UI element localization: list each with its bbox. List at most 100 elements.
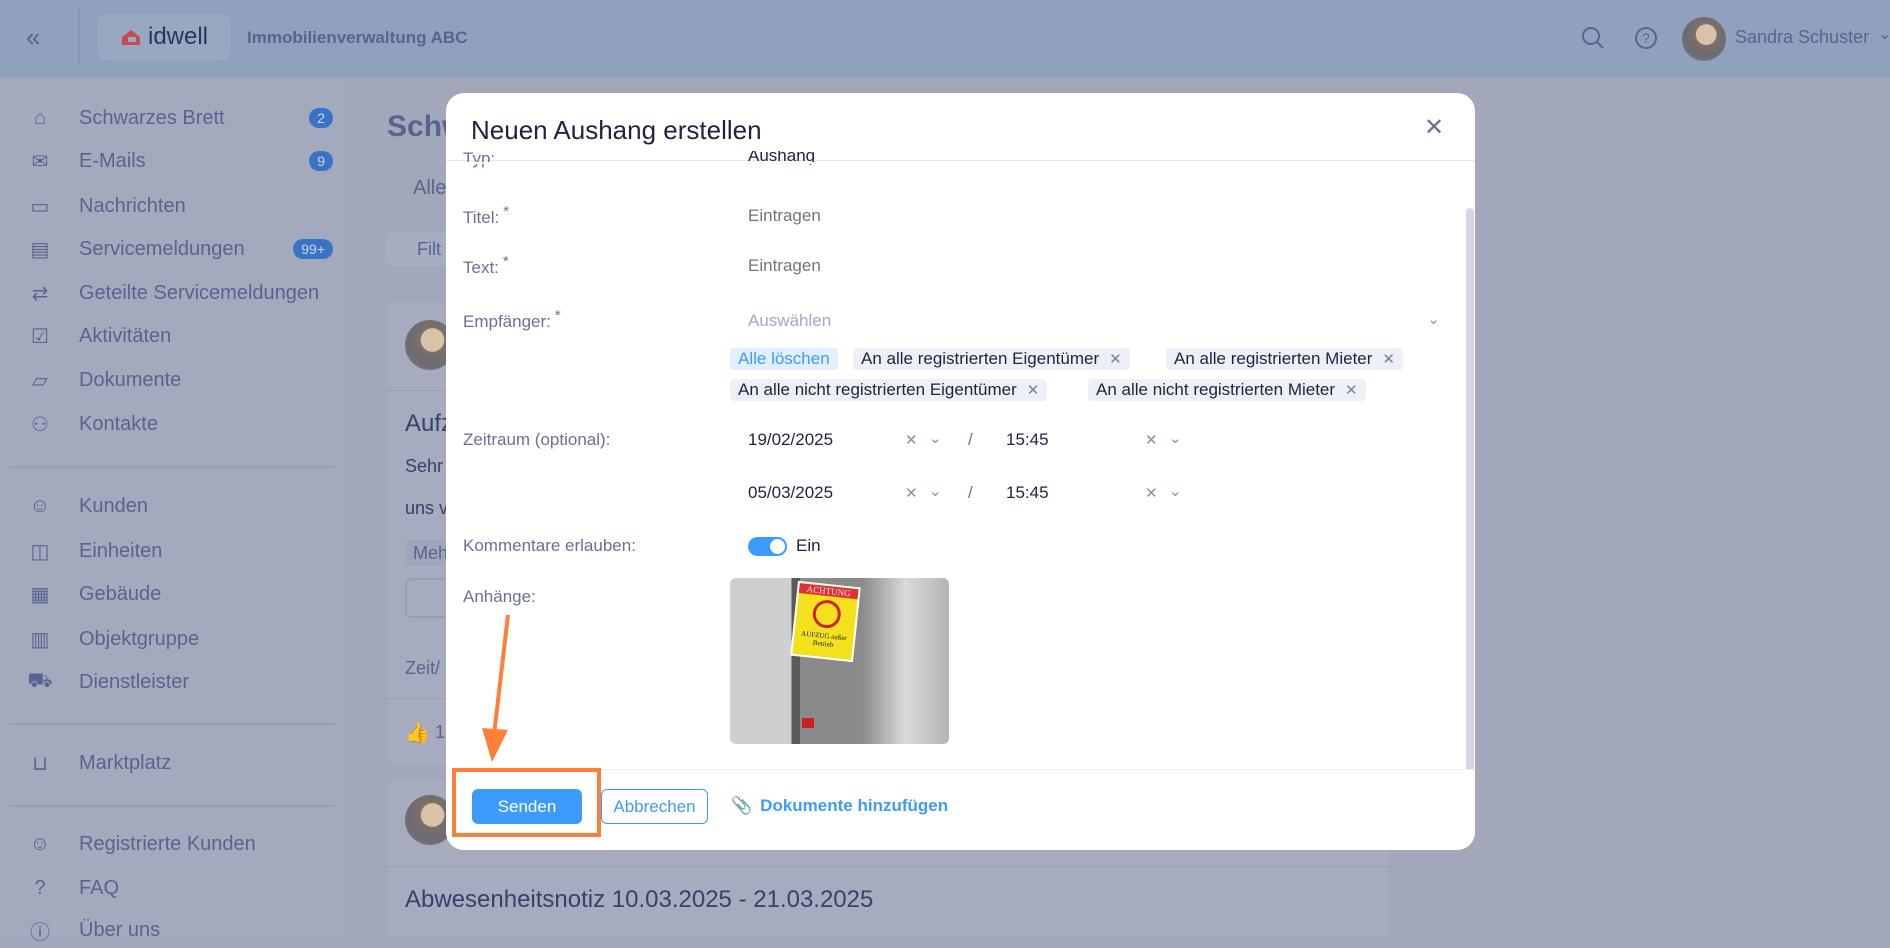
sidebar-item-dienstleister[interactable]: ⛟ Dienstleister: [0, 664, 345, 700]
chevron-down-icon[interactable]: ⌄: [1878, 24, 1890, 44]
sidebar-item-dokumente[interactable]: ▱ Dokumente: [0, 362, 345, 398]
remove-icon[interactable]: ✕: [1382, 351, 1395, 368]
sidebar-item-label: Kunden: [79, 494, 148, 517]
sidebar: ⌂ Schwarzes Brett 2 ✉ E-Mails 9 ▭ Nachrichten…: [0, 78, 345, 944]
user-icon: ☺: [29, 494, 51, 517]
sidebar-item-objektgruppe[interactable]: ▥ Objektgruppe: [0, 621, 345, 657]
user-name[interactable]: Sandra Schuster: [1735, 27, 1869, 48]
sidebar-item-label: Nachrichten: [79, 194, 186, 217]
recipient-chip: An alle registrierten Eigentümer ✕: [853, 348, 1130, 370]
help-icon[interactable]: ?: [1635, 27, 1657, 49]
logo-text: idwell: [147, 23, 209, 50]
clear-icon[interactable]: ✕: [905, 484, 918, 502]
sidebar-item-ueber-uns[interactable]: ⓘ Über uns: [0, 912, 345, 948]
add-documents-link[interactable]: 📎 Dokumente hinzufügen: [731, 796, 948, 816]
sidebar-item-label: Registrierte Kunden: [79, 832, 256, 855]
home-icon: ⌂: [33, 106, 47, 129]
sidebar-item-einheiten[interactable]: ◫ Einheiten: [0, 533, 345, 569]
swap-icon: ⇄: [31, 282, 49, 305]
sidebar-item-nachrichten[interactable]: ▭ Nachrichten: [0, 188, 345, 224]
titel-label: Titel: *: [463, 203, 510, 227]
calendar-icon: ☑: [31, 325, 49, 348]
sidebar-item-kunden[interactable]: ☺ Kunden: [0, 488, 345, 524]
sidebar-item-label: Dienstleister: [79, 670, 190, 693]
sidebar-item-aktivitaeten[interactable]: ☑ Aktivitäten: [0, 318, 345, 354]
count-badge: 2: [309, 108, 333, 128]
sidebar-item-label: Dokumente: [79, 368, 182, 391]
highlight-box: [452, 768, 601, 837]
end-time-input[interactable]: 15:45: [1006, 483, 1049, 503]
chevron-down-icon[interactable]: ⌄: [929, 482, 942, 500]
collapse-sidebar-icon[interactable]: «: [26, 22, 40, 53]
comments-toggle[interactable]: [748, 537, 787, 556]
sidebar-item-registrierte-kunden[interactable]: ☺ Registrierte Kunden: [0, 826, 345, 862]
chevron-down-icon[interactable]: ⌄: [929, 429, 942, 447]
clear-icon[interactable]: ✕: [905, 431, 918, 449]
anhaenge-label: Anhänge:: [463, 587, 536, 606]
start-time-input[interactable]: 15:45: [1006, 430, 1049, 450]
clear-all-chip[interactable]: Alle löschen: [730, 348, 838, 370]
post-title: Abwesenheitsnotiz 10.03.2025 - 21.03.202…: [405, 886, 874, 913]
sidebar-item-gebaeude[interactable]: ▦ Gebäude: [0, 576, 345, 612]
post-text: uns v: [405, 498, 449, 518]
attachment-image[interactable]: ACHTUNG AUFZUG außer Betrieb: [730, 578, 949, 744]
text-input[interactable]: [748, 256, 1398, 276]
sidebar-item-servicemeldungen[interactable]: ▤ Servicemeldungen 99+: [0, 231, 345, 267]
unit-icon: ◫: [30, 540, 50, 563]
remove-icon[interactable]: ✕: [1345, 382, 1358, 399]
end-date-input[interactable]: 05/03/2025: [748, 483, 833, 503]
logo[interactable]: idwell: [98, 14, 230, 60]
divider: [10, 723, 335, 725]
dialog-title: Neuen Aushang erstellen: [471, 115, 762, 145]
chevron-down-icon: ⌄: [1427, 311, 1440, 328]
tab-alle[interactable]: Alle: [413, 177, 446, 200]
user-avatar[interactable]: [1682, 17, 1726, 61]
separator: /: [968, 430, 973, 449]
warning-sign: ACHTUNG AUFZUG außer Betrieb: [790, 580, 861, 663]
sidebar-item-label: Servicemeldungen: [79, 237, 245, 260]
sidebar-item-kontakte[interactable]: ⚇ Kontakte: [0, 406, 345, 442]
sidebar-item-label: Kontakte: [79, 412, 158, 435]
user-check-icon: ☺: [29, 832, 51, 855]
create-notice-dialog: Neuen Aushang erstellen ✕ Typ: Aushang T…: [446, 93, 1475, 850]
clear-icon[interactable]: ✕: [1145, 431, 1158, 449]
select-placeholder: Auswählen: [748, 311, 832, 330]
sidebar-item-label: E-Mails: [79, 149, 146, 172]
remove-icon[interactable]: ✕: [1109, 351, 1122, 368]
sidebar-item-label: FAQ: [79, 876, 120, 899]
close-icon[interactable]: ✕: [1424, 113, 1444, 142]
recipient-chip: An alle registrierten Mieter ✕: [1166, 348, 1403, 370]
sidebar-item-label: Marktplatz: [79, 751, 172, 774]
clear-icon[interactable]: ✕: [1145, 484, 1158, 502]
chevron-down-icon[interactable]: ⌄: [1169, 429, 1182, 447]
recipient-chip: An alle nicht registrierten Mieter ✕: [1088, 379, 1366, 401]
like-icon[interactable]: 👍: [405, 720, 430, 745]
help-circle-icon: ?: [34, 876, 46, 899]
top-bar: « idwell Immobilienverwaltung ABC ? Sand…: [0, 0, 1890, 78]
separator: /: [968, 483, 973, 502]
sidebar-item-schwarzes-brett[interactable]: ⌂ Schwarzes Brett 2: [0, 100, 345, 136]
info-icon: ⓘ: [30, 921, 50, 944]
sidebar-item-faq[interactable]: ? FAQ: [0, 870, 345, 906]
sidebar-item-emails[interactable]: ✉ E-Mails 9: [0, 143, 345, 179]
sidebar-item-label: Objektgruppe: [79, 627, 200, 650]
empfaenger-select[interactable]: Auswählen ⌄: [748, 306, 1448, 336]
message-icon: ▭: [30, 195, 50, 218]
contacts-icon: ⚇: [31, 413, 49, 436]
divider: [10, 466, 335, 468]
buildings-icon: ▥: [30, 628, 50, 651]
sidebar-item-geteilte-servicemeldungen[interactable]: ⇄ Geteilte Servicemeldungen: [0, 275, 345, 311]
count-badge: 99+: [293, 239, 333, 259]
sidebar-item-label: Über uns: [79, 918, 161, 941]
cancel-button[interactable]: Abbrechen: [601, 789, 708, 824]
scrollbar[interactable]: [1466, 208, 1474, 848]
building-icon: ▦: [30, 583, 50, 606]
search-icon[interactable]: [1581, 26, 1605, 50]
start-date-input[interactable]: 19/02/2025: [748, 430, 833, 450]
sidebar-item-marktplatz[interactable]: ⊔ Marktplatz: [0, 745, 345, 781]
remove-icon[interactable]: ✕: [1027, 382, 1040, 399]
chevron-down-icon[interactable]: ⌄: [1169, 482, 1182, 500]
titel-input[interactable]: [748, 206, 1398, 226]
empfaenger-label: Empfänger: *: [463, 307, 561, 331]
org-name: Immobilienverwaltung ABC: [247, 28, 468, 47]
